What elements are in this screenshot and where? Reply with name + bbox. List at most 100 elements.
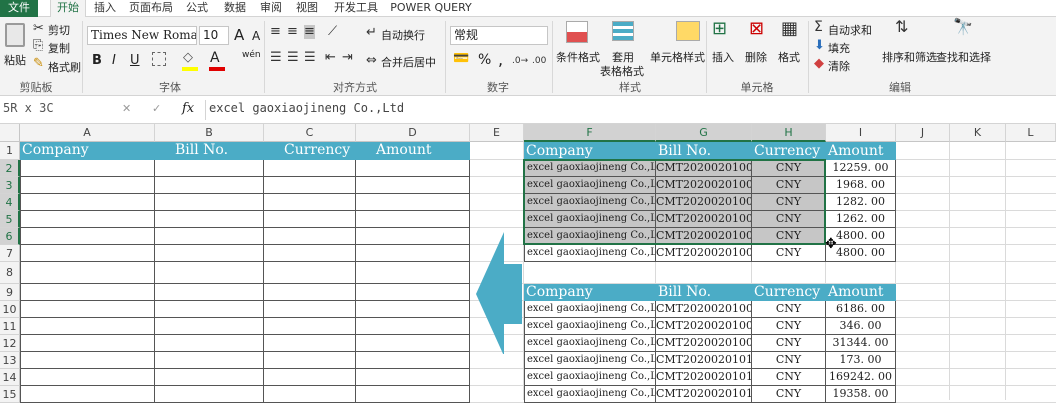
fill-color-icon[interactable]: ◇ <box>183 51 193 65</box>
currency-cell[interactable]: CNY <box>752 369 826 386</box>
column-header-b[interactable]: B <box>155 124 264 142</box>
tab-developer[interactable]: 开发工具 <box>331 0 381 17</box>
cut-button[interactable]: 剪切 <box>48 22 70 38</box>
left-table-empty-cell[interactable] <box>155 318 264 335</box>
confirm-entry-button[interactable]: ✓ <box>152 102 161 115</box>
clear-button[interactable]: 清除 <box>828 58 850 74</box>
column-header-c[interactable]: C <box>264 124 356 142</box>
currency-cell[interactable]: CNY <box>752 386 826 403</box>
left-table-empty-cell[interactable] <box>356 228 470 245</box>
tab-data[interactable]: 数据 <box>220 0 250 17</box>
left-table-empty-cell[interactable] <box>264 262 356 284</box>
row-header-13[interactable]: 13 <box>0 352 20 369</box>
left-table-empty-cell[interactable] <box>155 177 264 194</box>
left-table-empty-cell[interactable] <box>20 318 155 335</box>
row-header-11[interactable]: 11 <box>0 318 20 335</box>
left-table-empty-cell[interactable] <box>356 386 470 403</box>
left-table-empty-cell[interactable] <box>20 386 155 403</box>
left-table-empty-cell[interactable] <box>356 160 470 177</box>
left-table-empty-cell[interactable] <box>20 177 155 194</box>
left-table-empty-cell[interactable] <box>155 335 264 352</box>
row-header-15[interactable]: 15 <box>0 386 20 403</box>
left-table-empty-cell[interactable] <box>356 352 470 369</box>
left-table-empty-cell[interactable] <box>356 369 470 386</box>
left-table-empty-cell[interactable] <box>356 194 470 211</box>
bill-no-cell[interactable]: CMT20200201006 <box>656 245 752 262</box>
orientation-icon[interactable]: ⟋ <box>328 25 337 39</box>
sort-filter-button[interactable]: 排序和筛选 <box>882 49 937 65</box>
amount-cell[interactable]: 1282. 00 <box>826 194 896 211</box>
row-header-8[interactable]: 8 <box>0 262 20 284</box>
paste-button[interactable]: 粘贴 <box>2 21 28 71</box>
align-bottom-icon[interactable]: ≡ <box>304 25 315 39</box>
merge-center-button[interactable]: 合并后居中 <box>381 54 436 70</box>
left-table-empty-cell[interactable] <box>264 177 356 194</box>
left-table-empty-cell[interactable] <box>20 369 155 386</box>
left-table-empty-cell[interactable] <box>155 352 264 369</box>
left-table-empty-cell[interactable] <box>356 284 470 301</box>
underline-button[interactable]: U <box>130 53 140 68</box>
fill-button[interactable]: 填充 <box>828 40 850 56</box>
italic-button[interactable]: I <box>112 53 116 68</box>
left-table-empty-cell[interactable] <box>155 194 264 211</box>
left-table-empty-cell[interactable] <box>264 211 356 228</box>
select-all-corner[interactable] <box>0 124 20 142</box>
tab-formulas[interactable]: 公式 <box>182 0 212 17</box>
tab-power-query[interactable]: POWER QUERY <box>390 0 472 17</box>
column-header-k[interactable]: K <box>950 124 1006 142</box>
amount-cell[interactable]: 12259. 00 <box>826 160 896 177</box>
row-header-2[interactable]: 2 <box>0 160 20 177</box>
amount-cell[interactable]: 6186. 00 <box>826 301 896 318</box>
left-table-empty-cell[interactable] <box>264 352 356 369</box>
left-table-empty-cell[interactable] <box>155 369 264 386</box>
worksheet[interactable]: A B C D E F G H I J K L 1 2 3 4 5 6 7 8 9 10 11 12 13 14 15 Company… <box>0 124 1056 403</box>
column-header-i[interactable]: I <box>826 124 896 142</box>
column-header-d[interactable]: D <box>356 124 470 142</box>
font-size-select[interactable]: 10 <box>199 26 229 45</box>
left-table-empty-cell[interactable] <box>264 318 356 335</box>
left-table-empty-cell[interactable] <box>356 177 470 194</box>
align-left-icon[interactable]: ☰ <box>270 51 282 65</box>
left-table-empty-cell[interactable] <box>20 245 155 262</box>
insert-cells-button[interactable]: 插入 <box>712 49 734 65</box>
formula-input[interactable]: excel gaoxiaojineng Co.,Ltd <box>205 100 1056 120</box>
grow-font-button[interactable]: A <box>234 26 244 44</box>
cell-styles-button[interactable]: 单元格样式 <box>650 49 705 65</box>
left-table-empty-cell[interactable] <box>356 318 470 335</box>
amount-cell[interactable]: 173. 00 <box>826 352 896 369</box>
left-table-empty-cell[interactable] <box>155 301 264 318</box>
left-table-empty-cell[interactable] <box>155 262 264 284</box>
tab-file[interactable]: 文件 <box>0 0 38 17</box>
bill-no-cell[interactable]: CMT20200201012 <box>656 386 752 403</box>
left-table-empty-cell[interactable] <box>155 245 264 262</box>
left-table-empty-cell[interactable] <box>20 335 155 352</box>
currency-cell[interactable]: CNY <box>752 245 826 262</box>
left-table-empty-cell[interactable] <box>20 284 155 301</box>
left-table-empty-cell[interactable] <box>20 160 155 177</box>
insert-function-button[interactable]: fx <box>182 101 194 116</box>
company-cell[interactable]: excel gaoxiaojineng Co.,Ltd <box>524 245 656 262</box>
row-header-4[interactable]: 4 <box>0 194 20 211</box>
left-table-empty-cell[interactable] <box>264 386 356 403</box>
left-table-empty-cell[interactable] <box>264 245 356 262</box>
row-header-6[interactable]: 6 <box>0 228 20 245</box>
left-table-empty-cell[interactable] <box>264 284 356 301</box>
left-table-empty-cell[interactable] <box>264 160 356 177</box>
comma-button[interactable]: , <box>498 50 503 69</box>
font-name-select[interactable]: Times New Roman <box>87 26 197 45</box>
row-header-1[interactable]: 1 <box>0 142 20 160</box>
left-table-empty-cell[interactable] <box>356 301 470 318</box>
left-table-empty-cell[interactable] <box>155 228 264 245</box>
align-right-icon[interactable]: ☰ <box>304 51 316 65</box>
left-table-empty-cell[interactable] <box>264 228 356 245</box>
amount-cell[interactable]: 169242. 00 <box>826 369 896 386</box>
column-header-h[interactable]: H <box>752 124 826 142</box>
left-table-empty-cell[interactable] <box>356 262 470 284</box>
left-table-empty-cell[interactable] <box>356 211 470 228</box>
name-box[interactable]: 5R x 3C <box>0 100 86 120</box>
row-header-5[interactable]: 5 <box>0 211 20 228</box>
amount-cell[interactable]: 346. 00 <box>826 318 896 335</box>
decrease-decimal-icon[interactable]: .00 <box>532 54 546 68</box>
left-table-empty-cell[interactable] <box>20 211 155 228</box>
left-table-empty-cell[interactable] <box>20 228 155 245</box>
